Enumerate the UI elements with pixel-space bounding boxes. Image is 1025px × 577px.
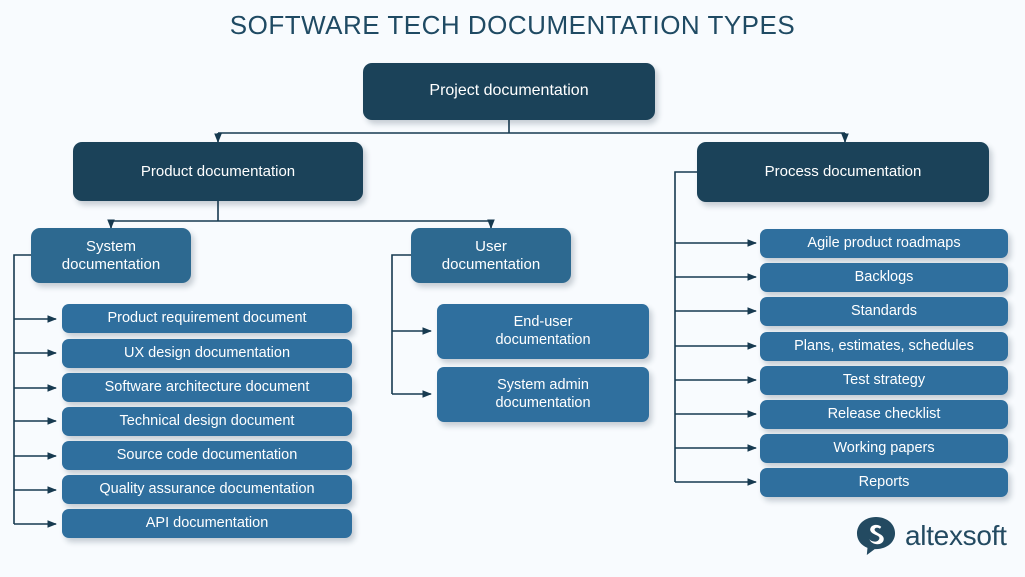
leaf-api-documentation[interactable]: API documentation [62,509,352,538]
node-label: Standards [850,302,918,319]
node-label: Plans, estimates, schedules [794,337,974,354]
node-label: Reports [858,473,910,490]
node-label: Process documentation [764,163,922,181]
node-label: Agile product roadmaps [807,234,961,251]
node-label: Product requirement document [107,309,307,326]
node-process-documentation[interactable]: Process documentation [697,142,989,202]
leaf-release-checklist[interactable]: Release checklist [760,400,1008,429]
node-label: Release checklist [827,405,941,422]
node-label: Software architecture document [104,378,310,395]
node-project-documentation[interactable]: Project documentation [363,63,655,120]
leaf-ux-design-documentation[interactable]: UX design documentation [62,339,352,368]
node-user-documentation[interactable]: User documentation [411,228,571,283]
node-label: System admin documentation [495,377,591,411]
node-label: UX design documentation [123,344,291,361]
leaf-test-strategy[interactable]: Test strategy [760,366,1008,395]
leaf-agile-product-roadmaps[interactable]: Agile product roadmaps [760,229,1008,258]
leaf-plans-estimates-schedules[interactable]: Plans, estimates, schedules [760,332,1008,361]
speech-bubble-s-icon [856,516,896,556]
page-title: SOFTWARE TECH DOCUMENTATION TYPES [229,10,796,40]
logo-text: altexsoft [905,520,1007,551]
leaf-source-code-documentation[interactable]: Source code documentation [62,441,352,470]
node-label: Working papers [833,439,935,456]
leaf-quality-assurance-documentation[interactable]: Quality assurance documentation [62,475,352,504]
leaf-standards[interactable]: Standards [760,297,1008,326]
leaf-technical-design-document[interactable]: Technical design document [62,407,352,436]
node-label: Project documentation [429,82,589,100]
node-label: Product documentation [140,162,296,180]
node-label: End-user documentation [495,314,591,348]
node-product-documentation[interactable]: Product documentation [73,142,363,201]
altexsoft-logo: altexsoft [855,512,1015,560]
node-label: Quality assurance documentation [99,480,315,497]
leaf-system-admin-documentation[interactable]: System admin documentation [437,367,649,422]
diagram-canvas: SOFTWARE TECH DOCUMENTATION TYPES Projec… [0,0,1025,577]
node-label: Test strategy [842,371,926,388]
node-label: API documentation [145,514,269,531]
leaf-software-architecture-document[interactable]: Software architecture document [62,373,352,402]
node-label: User documentation [441,237,541,273]
leaf-end-user-documentation[interactable]: End-user documentation [437,304,649,359]
node-system-documentation[interactable]: System documentation [31,228,191,283]
node-label: System documentation [61,237,161,273]
node-label: Backlogs [854,268,914,285]
leaf-product-requirement-document[interactable]: Product requirement document [62,304,352,333]
leaf-working-papers[interactable]: Working papers [760,434,1008,463]
node-label: Technical design document [119,412,295,429]
node-label: Source code documentation [116,446,298,463]
leaf-reports[interactable]: Reports [760,468,1008,497]
leaf-backlogs[interactable]: Backlogs [760,263,1008,292]
